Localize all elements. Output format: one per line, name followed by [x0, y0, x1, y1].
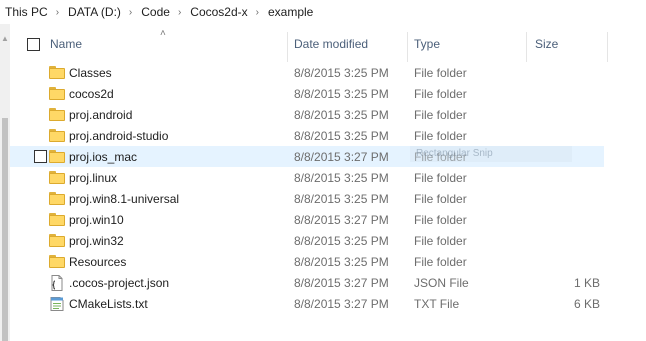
file-name: proj.android-studio [69, 129, 169, 143]
column-header-size[interactable]: Size [535, 37, 558, 51]
file-name: proj.linux [69, 171, 118, 185]
snip-tooltip-ghost: Rectangular Snip [410, 146, 572, 162]
file-row[interactable]: Resources 8/8/2015 3:25 PM File folder [10, 251, 604, 272]
folder-icon [49, 191, 65, 205]
date-modified: 8/8/2015 3:25 PM [294, 87, 389, 101]
date-modified: 8/8/2015 3:25 PM [294, 255, 389, 269]
date-modified: 8/8/2015 3:27 PM [294, 150, 389, 164]
file-size: 6 KB [573, 297, 600, 311]
column-header-type[interactable]: Type [414, 37, 440, 51]
select-all-checkbox[interactable] [27, 38, 40, 51]
file-type: TXT File [414, 297, 460, 311]
date-modified: 8/8/2015 3:25 PM [294, 108, 389, 122]
text-file-icon [49, 296, 65, 311]
file-row[interactable]: proj.win10 8/8/2015 3:27 PM File folder [10, 209, 604, 230]
column-header-date-modified[interactable]: Date modified [294, 37, 368, 51]
column-divider[interactable] [407, 32, 408, 62]
file-name: .cocos-project.json [69, 276, 170, 290]
file-row[interactable]: proj.linux 8/8/2015 3:25 PM File folder [10, 167, 604, 188]
breadcrumb-item[interactable]: Code [141, 5, 170, 19]
breadcrumb-item[interactable]: example [268, 5, 313, 19]
file-name: proj.android [69, 108, 133, 122]
file-type: File folder [414, 171, 467, 185]
file-name: proj.win10 [69, 213, 124, 227]
date-modified: 8/8/2015 3:27 PM [294, 213, 389, 227]
file-name: Classes [69, 66, 112, 80]
file-row[interactable]: .cocos-project.json 8/8/2015 3:27 PM JSON … [10, 272, 604, 293]
sort-ascending-icon: ˄ [160, 28, 166, 39]
file-name: Resources [69, 255, 127, 269]
date-modified: 8/8/2015 3:25 PM [294, 234, 389, 248]
file-name: proj.win32 [69, 234, 124, 248]
file-row[interactable]: proj.android-studio 8/8/2015 3:25 PM File … [10, 125, 604, 146]
chevron-right-icon[interactable]: › [56, 7, 59, 18]
file-name: proj.ios_mac [69, 150, 138, 164]
file-row[interactable]: CMakeLists.txt 8/8/2015 3:27 PM TXT File 6 … [10, 293, 604, 314]
column-divider[interactable] [607, 32, 608, 62]
breadcrumb: This PC › DATA (D:) › Code › Cocos2d-x › example [0, 0, 646, 24]
file-type: File folder [414, 129, 467, 143]
scroll-up-arrow-icon[interactable]: ▲ [1, 34, 9, 43]
folder-icon [49, 170, 65, 184]
file-size: 1 KB [573, 276, 600, 290]
date-modified: 8/8/2015 3:25 PM [294, 129, 389, 143]
file-row[interactable]: cocos2d 8/8/2015 3:25 PM File folder [10, 83, 604, 104]
folder-icon [49, 65, 65, 79]
folder-icon [49, 254, 65, 268]
json-file-icon [49, 275, 65, 291]
date-modified: 8/8/2015 3:25 PM [294, 66, 389, 80]
breadcrumb-item[interactable]: Cocos2d-x [190, 5, 247, 19]
date-modified: 8/8/2015 3:25 PM [294, 171, 389, 185]
file-name: CMakeLists.txt [69, 297, 148, 311]
date-modified: 8/8/2015 3:27 PM [294, 297, 389, 311]
file-type: JSON File [414, 276, 469, 290]
breadcrumb-item[interactable]: This PC [5, 5, 48, 19]
folder-icon [49, 107, 65, 121]
row-select-checkbox[interactable] [34, 150, 47, 163]
file-type: File folder [414, 213, 467, 227]
file-row[interactable]: proj.android 8/8/2015 3:25 PM File folder [10, 104, 604, 125]
folder-icon [49, 128, 65, 142]
file-type: File folder [414, 234, 467, 248]
file-row[interactable]: Classes 8/8/2015 3:25 PM File folder [10, 62, 604, 83]
column-divider[interactable] [526, 32, 527, 62]
chevron-right-icon[interactable]: › [129, 7, 132, 18]
scrollbar-thumb[interactable] [2, 118, 8, 341]
file-type: File folder [414, 255, 467, 269]
file-type: File folder [414, 66, 467, 80]
file-row[interactable]: proj.win8.1-universal 8/8/2015 3:25 PM Fil… [10, 188, 604, 209]
file-type: File folder [414, 87, 467, 101]
file-type: File folder [414, 108, 467, 122]
date-modified: 8/8/2015 3:25 PM [294, 192, 389, 206]
column-divider[interactable] [287, 32, 288, 62]
file-name: proj.win8.1-universal [69, 192, 180, 206]
file-row[interactable]: proj.win32 8/8/2015 3:25 PM File folder [10, 230, 604, 251]
folder-icon [49, 233, 65, 247]
file-name: cocos2d [69, 87, 114, 101]
breadcrumb-item[interactable]: DATA (D:) [68, 5, 121, 19]
date-modified: 8/8/2015 3:27 PM [294, 276, 389, 290]
column-header-row: ˄ Name Date modified Type Size [10, 24, 646, 62]
file-list: Classes 8/8/2015 3:25 PM File folder cocos2… [10, 62, 646, 314]
folder-icon [49, 149, 65, 163]
chevron-right-icon[interactable]: › [178, 7, 181, 18]
folder-icon [49, 86, 65, 100]
folder-icon [49, 212, 65, 226]
chevron-right-icon[interactable]: › [256, 7, 259, 18]
file-type: File folder [414, 192, 467, 206]
column-header-name[interactable]: Name [50, 37, 82, 51]
